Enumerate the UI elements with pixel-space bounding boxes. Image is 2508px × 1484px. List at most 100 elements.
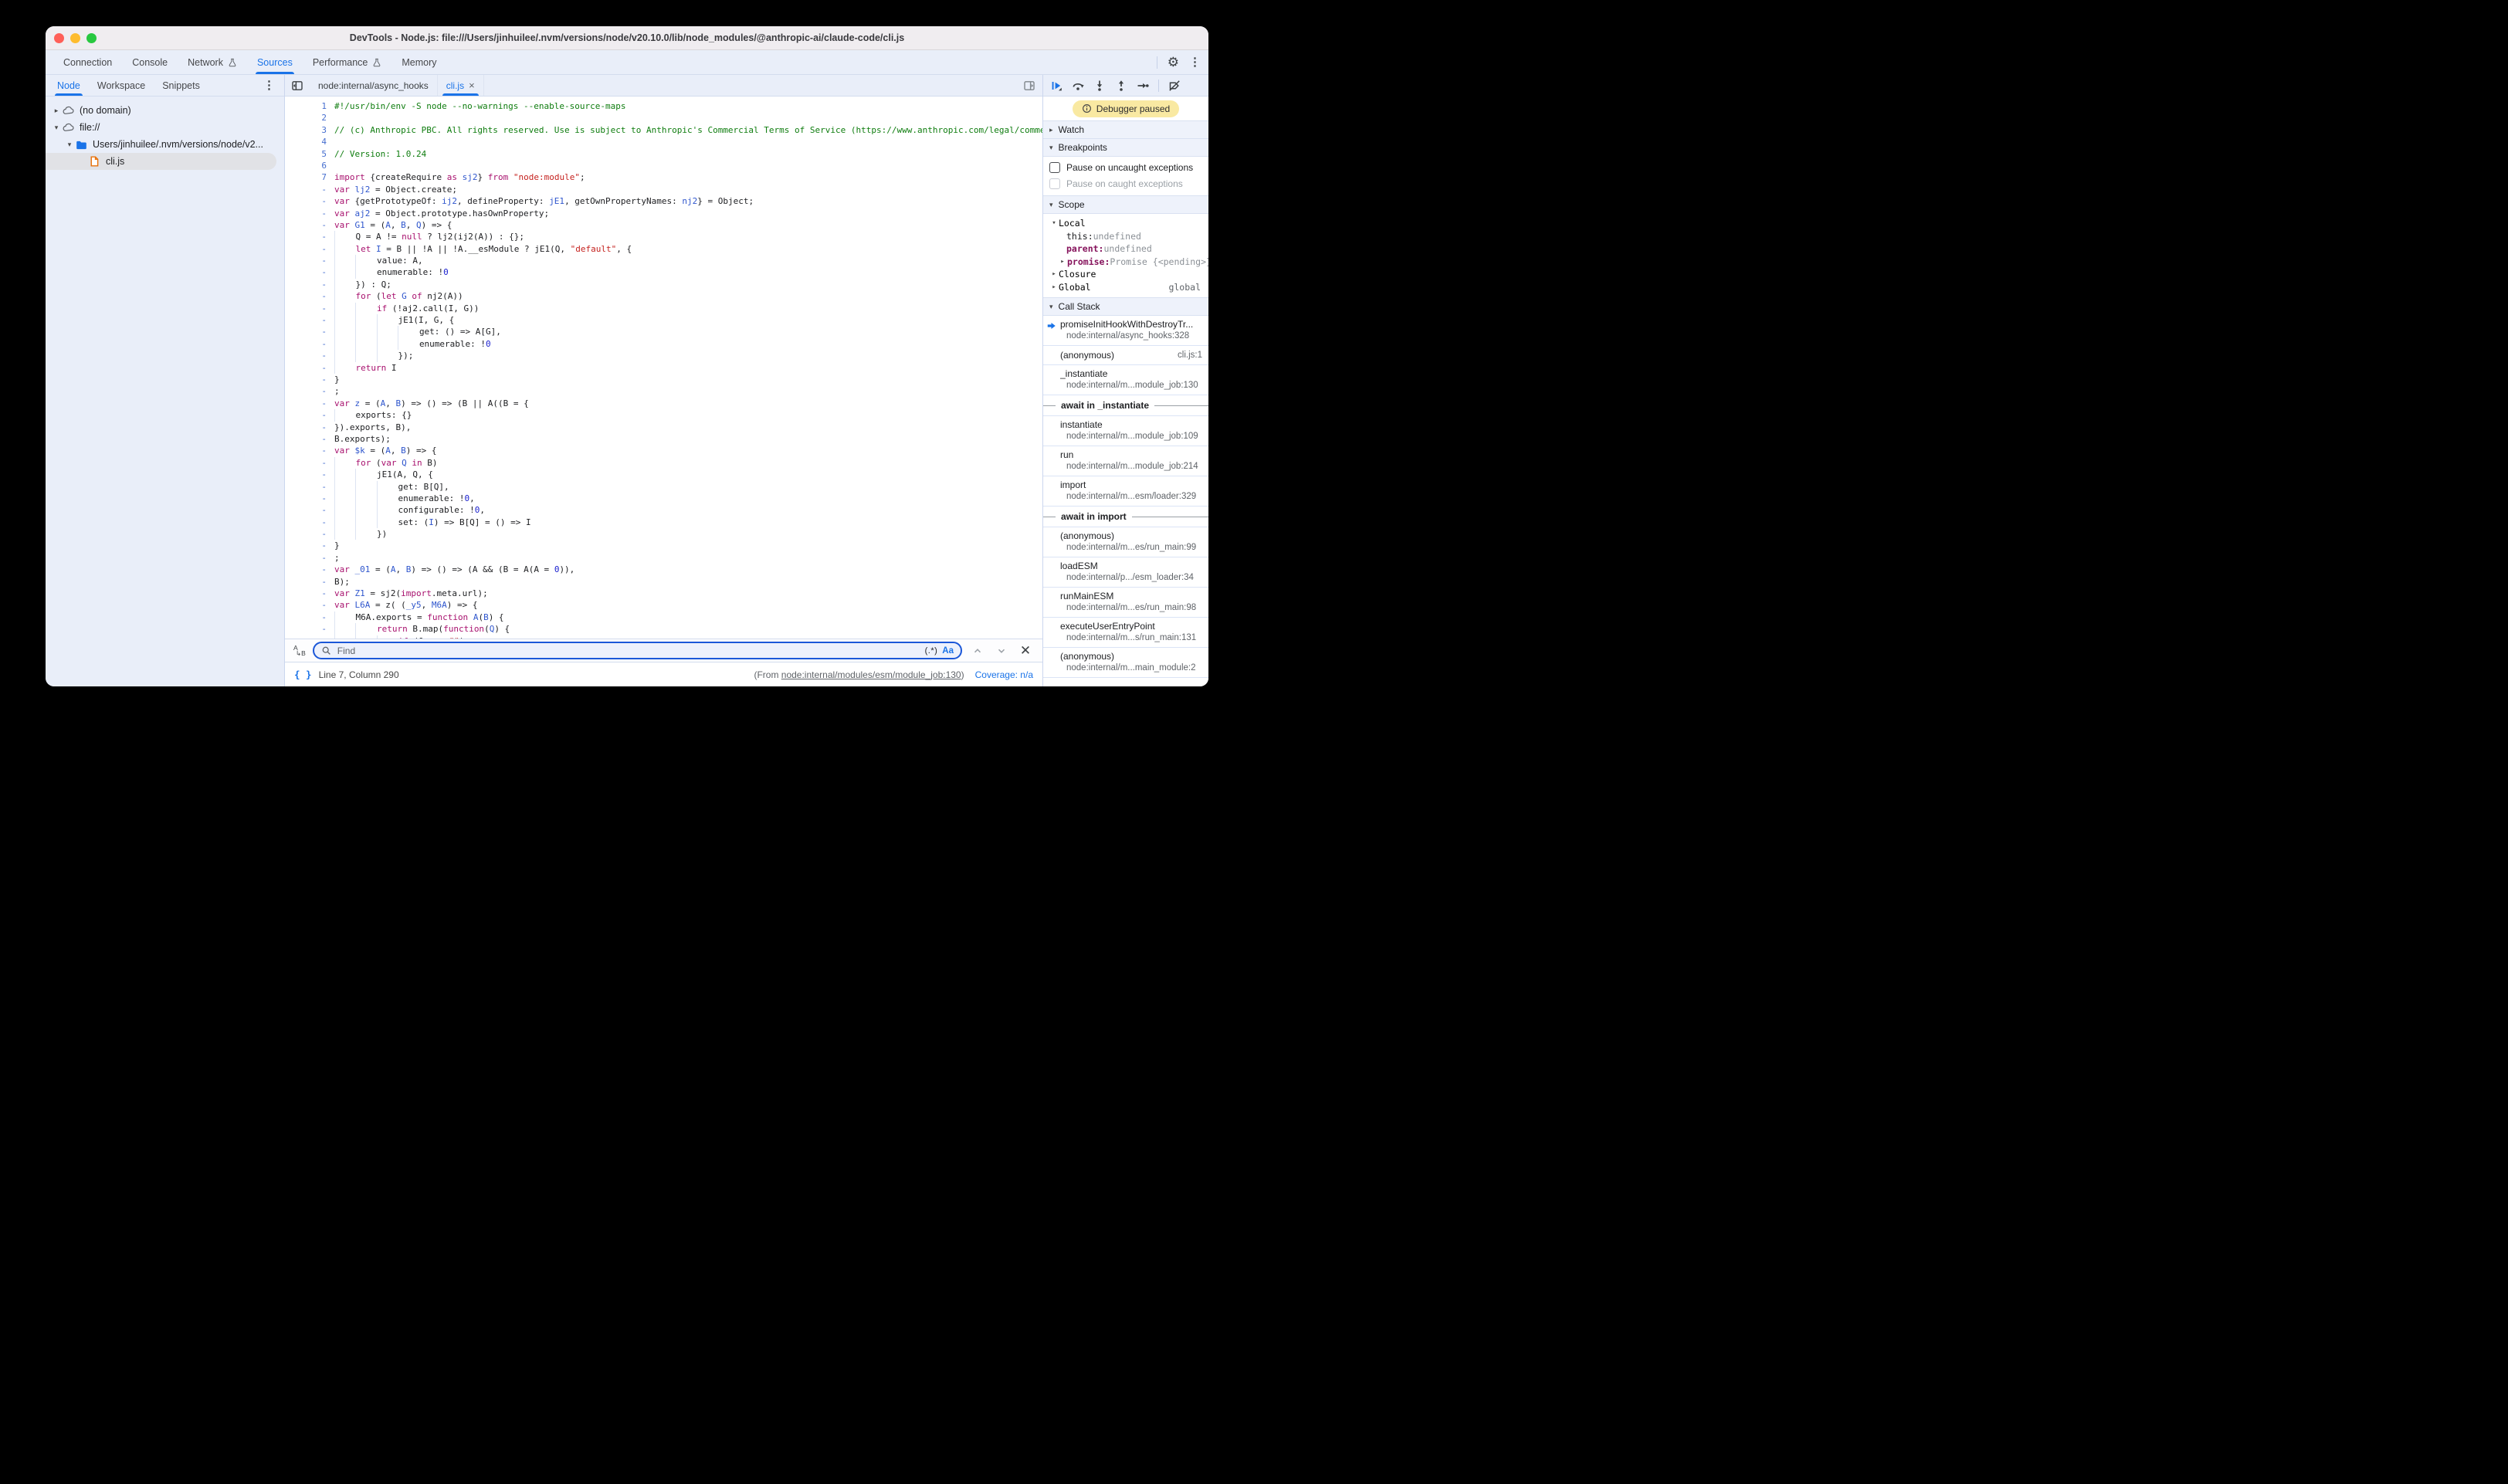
- sidebar-tab-workspace[interactable]: Workspace: [89, 75, 154, 96]
- pretty-print-icon[interactable]: { }: [294, 669, 312, 680]
- line-number[interactable]: 6: [285, 160, 334, 171]
- line-number[interactable]: -: [285, 623, 334, 635]
- step-into-button[interactable]: [1093, 80, 1106, 92]
- tree-item-cli-js[interactable]: cli.js: [46, 153, 276, 170]
- breakpoints-section-header[interactable]: ▾ Breakpoints: [1043, 139, 1208, 157]
- step-out-button[interactable]: [1115, 80, 1127, 92]
- line-number[interactable]: -: [285, 398, 334, 409]
- stack-frame[interactable]: executeUserEntryPointnode:internal/m...s…: [1043, 618, 1208, 648]
- line-number[interactable]: -: [285, 208, 334, 219]
- line-number[interactable]: -: [285, 409, 334, 421]
- line-number[interactable]: -: [285, 255, 334, 266]
- line-number[interactable]: -: [285, 528, 334, 540]
- sidebar-tab-node[interactable]: Node: [49, 75, 89, 96]
- line-number[interactable]: -: [285, 552, 334, 564]
- line-number[interactable]: -: [285, 303, 334, 314]
- deactivate-breakpoints-button[interactable]: [1168, 80, 1181, 92]
- line-number[interactable]: -: [285, 338, 334, 350]
- line-number[interactable]: -: [285, 564, 334, 575]
- line-number[interactable]: -: [285, 599, 334, 611]
- line-number[interactable]: -: [285, 445, 334, 456]
- scope-group-global[interactable]: ▸Globalglobal: [1043, 281, 1208, 294]
- line-number[interactable]: 7: [285, 171, 334, 183]
- line-number[interactable]: -: [285, 266, 334, 278]
- tab-network[interactable]: Network: [178, 50, 247, 74]
- line-number[interactable]: -: [285, 612, 334, 623]
- stack-frame[interactable]: (anonymous)node:internal/m...es/run_main…: [1043, 527, 1208, 557]
- from-location-link[interactable]: node:internal/modules/esm/module_job:130: [781, 669, 961, 680]
- checkbox[interactable]: [1049, 178, 1060, 189]
- tree-item-users-jinhuilee-nvm-versions-node-v2-[interactable]: ▾Users/jinhuilee/.nvm/versions/node/v2..…: [46, 136, 284, 153]
- tab-memory[interactable]: Memory: [391, 50, 446, 74]
- line-number[interactable]: -: [285, 576, 334, 588]
- checkbox[interactable]: [1049, 162, 1060, 173]
- line-number[interactable]: -: [285, 231, 334, 242]
- line-number[interactable]: -: [285, 350, 334, 361]
- stack-frame[interactable]: _instantiatenode:internal/m...module_job…: [1043, 365, 1208, 395]
- code-editor[interactable]: 1#!/usr/bin/env -S node --no-warnings --…: [285, 97, 1042, 639]
- line-number[interactable]: -: [285, 540, 334, 551]
- line-number[interactable]: -: [285, 422, 334, 433]
- line-number[interactable]: 3: [285, 124, 334, 136]
- zoom-window-button[interactable]: [86, 33, 97, 43]
- line-number[interactable]: -: [285, 457, 334, 469]
- sidebar-more-options-icon[interactable]: ⋮: [257, 75, 281, 96]
- scope-group-local[interactable]: ▾Local: [1043, 217, 1208, 230]
- line-number[interactable]: -: [285, 290, 334, 302]
- close-window-button[interactable]: [54, 33, 64, 43]
- line-number[interactable]: -: [285, 504, 334, 516]
- line-number[interactable]: -: [285, 314, 334, 326]
- scope-section-header[interactable]: ▾ Scope: [1043, 195, 1208, 214]
- coverage-link[interactable]: Coverage: n/a: [975, 669, 1033, 680]
- line-number[interactable]: -: [285, 184, 334, 195]
- stack-frame[interactable]: (anonymous)cli.js:1: [1043, 346, 1208, 365]
- line-number[interactable]: 2: [285, 112, 334, 124]
- tab-console[interactable]: Console: [122, 50, 178, 74]
- editor-tab-cli-js[interactable]: cli.js×: [438, 75, 484, 96]
- line-number[interactable]: 5: [285, 148, 334, 160]
- watch-section-header[interactable]: ▸ Watch: [1043, 120, 1208, 139]
- show-debugger-panel-icon[interactable]: [1023, 80, 1035, 92]
- scope-property-parent[interactable]: parent: undefined: [1043, 242, 1208, 256]
- more-options-icon[interactable]: ⋮: [1189, 56, 1201, 68]
- line-number[interactable]: 4: [285, 136, 334, 147]
- line-number[interactable]: -: [285, 279, 334, 290]
- line-number[interactable]: -: [285, 588, 334, 599]
- stack-frame[interactable]: runMainESMnode:internal/m...es/run_main:…: [1043, 588, 1208, 618]
- close-find-icon[interactable]: ✕: [1017, 644, 1034, 657]
- tab-sources[interactable]: Sources: [247, 50, 303, 74]
- call-stack-section-header[interactable]: ▾ Call Stack: [1043, 297, 1208, 316]
- stack-frame[interactable]: (anonymous)node:internal/m...main_module…: [1043, 648, 1208, 678]
- stack-frame[interactable]: importnode:internal/m...esm/loader:329: [1043, 476, 1208, 507]
- line-number[interactable]: -: [285, 469, 334, 480]
- step-button[interactable]: [1137, 80, 1149, 92]
- stack-frame[interactable]: loadESMnode:internal/p.../esm_loader:34: [1043, 557, 1208, 588]
- line-number[interactable]: -: [285, 195, 334, 207]
- resume-button[interactable]: [1050, 80, 1063, 92]
- close-tab-icon[interactable]: ×: [469, 80, 475, 90]
- line-number[interactable]: -: [285, 374, 334, 385]
- line-number[interactable]: -: [285, 385, 334, 397]
- line-number[interactable]: -: [285, 433, 334, 445]
- find-next-icon[interactable]: [993, 645, 1010, 656]
- line-number[interactable]: -: [285, 481, 334, 493]
- line-number[interactable]: -: [285, 219, 334, 231]
- settings-gear-icon[interactable]: ⚙: [1168, 56, 1179, 69]
- scope-property-promise[interactable]: ▸promise: Promise {<pending>}: [1043, 256, 1208, 269]
- stack-frame[interactable]: promiseInitHookWithDestroyTr...node:inte…: [1043, 316, 1208, 346]
- editor-tab-node-internal-async-hooks[interactable]: node:internal/async_hooks: [310, 75, 438, 96]
- line-number[interactable]: -: [285, 243, 334, 255]
- line-number[interactable]: -: [285, 326, 334, 337]
- tree-item--no-domain-[interactable]: ▸(no domain): [46, 102, 284, 119]
- step-over-button[interactable]: [1072, 80, 1084, 92]
- tab-connection[interactable]: Connection: [53, 50, 122, 74]
- line-number[interactable]: -: [285, 362, 334, 374]
- stack-frame[interactable]: runnode:internal/m...module_job:214: [1043, 446, 1208, 476]
- regex-toggle[interactable]: (.*): [925, 646, 938, 656]
- find-previous-icon[interactable]: [969, 645, 986, 656]
- match-case-toggle[interactable]: Aa: [942, 646, 954, 656]
- find-input[interactable]: [336, 645, 920, 657]
- tree-item-file-[interactable]: ▾file://: [46, 119, 284, 136]
- stack-frame[interactable]: instantiatenode:internal/m...module_job:…: [1043, 416, 1208, 446]
- scope-group-closure[interactable]: ▸Closure: [1043, 268, 1208, 281]
